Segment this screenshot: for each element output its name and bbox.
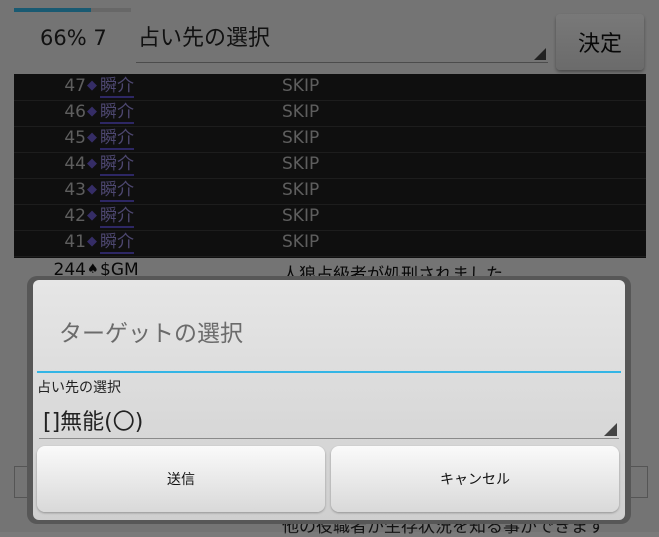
cancel-button[interactable]: キャンセル [331, 446, 619, 512]
send-button[interactable]: 送信 [37, 446, 325, 512]
target-select[interactable]: []無能(〇) [39, 396, 619, 439]
target-dialog: ターゲットの選択 占い先の選択 []無能(〇) 送信 キャンセル [27, 276, 631, 524]
field-label: 占い先の選択 [37, 380, 121, 396]
dialog-body: ターゲットの選択 占い先の選択 []無能(〇) 送信 キャンセル [33, 280, 625, 520]
dialog-title: ターゲットの選択 [59, 321, 243, 347]
select-value: []無能(〇) [43, 410, 144, 435]
title-divider [37, 371, 621, 373]
dropdown-triangle-icon [604, 423, 617, 436]
